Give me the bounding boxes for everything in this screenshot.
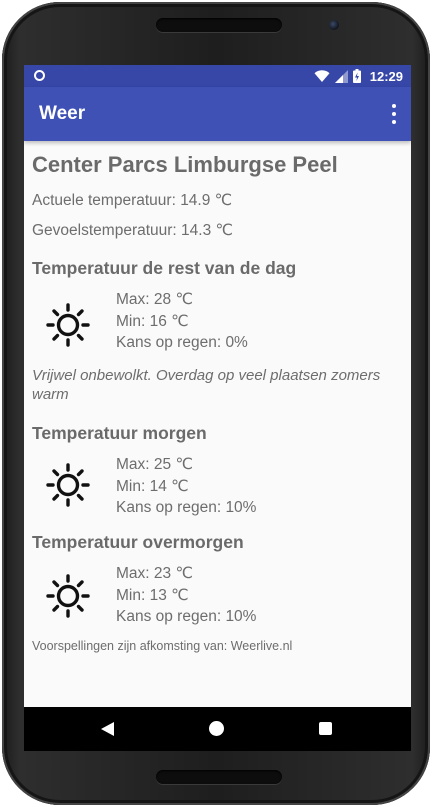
status-icons: 12:29 xyxy=(314,65,403,87)
location-title: Center Parcs Limburgse Peel xyxy=(32,152,338,177)
phone-screen: 12:29 Weer Center Parcs Limburgse Peel A… xyxy=(24,65,411,751)
feels-like-temperature: Gevoelstemperatuur: 14.3 ℃ xyxy=(32,222,233,239)
sun-icon xyxy=(46,463,90,507)
current-temperature: Actuele temperatuur: 14.9 ℃ xyxy=(32,192,233,209)
status-time: 12:29 xyxy=(369,68,403,84)
wifi-icon xyxy=(314,69,330,82)
signal-icon xyxy=(334,69,348,83)
app-bar: Weer xyxy=(24,87,411,141)
forecast-source: Voorspellingen zijn afkomsting van: Weer… xyxy=(32,639,293,653)
phone-frame: 12:29 Weer Center Parcs Limburgse Peel A… xyxy=(2,2,430,805)
home-icon[interactable] xyxy=(209,721,224,736)
forecast-heading-tomorrow: Temperatuur morgen xyxy=(32,423,207,443)
forecast-tomorrow-min: Min: 14 ℃ xyxy=(116,478,189,495)
circle-notification-icon xyxy=(34,70,45,81)
sun-icon xyxy=(46,303,90,347)
forecast-day-after-rain: Kans op regen: 10% xyxy=(116,608,257,625)
navigation-bar xyxy=(24,707,411,751)
weather-content: Center Parcs Limburgse Peel Actuele temp… xyxy=(24,141,411,707)
forecast-today-description: Vrijwel onbewolkt. Overdag op veel plaat… xyxy=(32,367,381,403)
top-speaker xyxy=(156,18,282,32)
forecast-heading-day-after: Temperatuur overmorgen xyxy=(32,532,244,552)
recents-icon[interactable] xyxy=(319,722,332,735)
forecast-day-after-max: Max: 23 ℃ xyxy=(116,565,193,582)
sun-icon xyxy=(46,574,90,618)
bottom-speaker xyxy=(156,770,282,784)
forecast-tomorrow-max: Max: 25 ℃ xyxy=(116,456,193,473)
front-camera xyxy=(329,20,339,30)
app-title: Weer xyxy=(39,103,86,124)
forecast-today-max: Max: 28 ℃ xyxy=(116,291,193,308)
forecast-tomorrow-rain: Kans op regen: 10% xyxy=(116,499,257,516)
forecast-heading-today: Temperatuur de rest van de dag xyxy=(32,258,297,278)
forecast-today-rain: Kans op regen: 0% xyxy=(116,334,248,351)
forecast-today-min: Min: 16 ℃ xyxy=(116,313,189,330)
forecast-day-after-min: Min: 13 ℃ xyxy=(116,587,189,604)
back-icon[interactable] xyxy=(101,722,114,736)
status-bar: 12:29 xyxy=(24,65,411,87)
overflow-menu-icon[interactable] xyxy=(391,104,397,124)
battery-charging-icon xyxy=(352,69,361,83)
